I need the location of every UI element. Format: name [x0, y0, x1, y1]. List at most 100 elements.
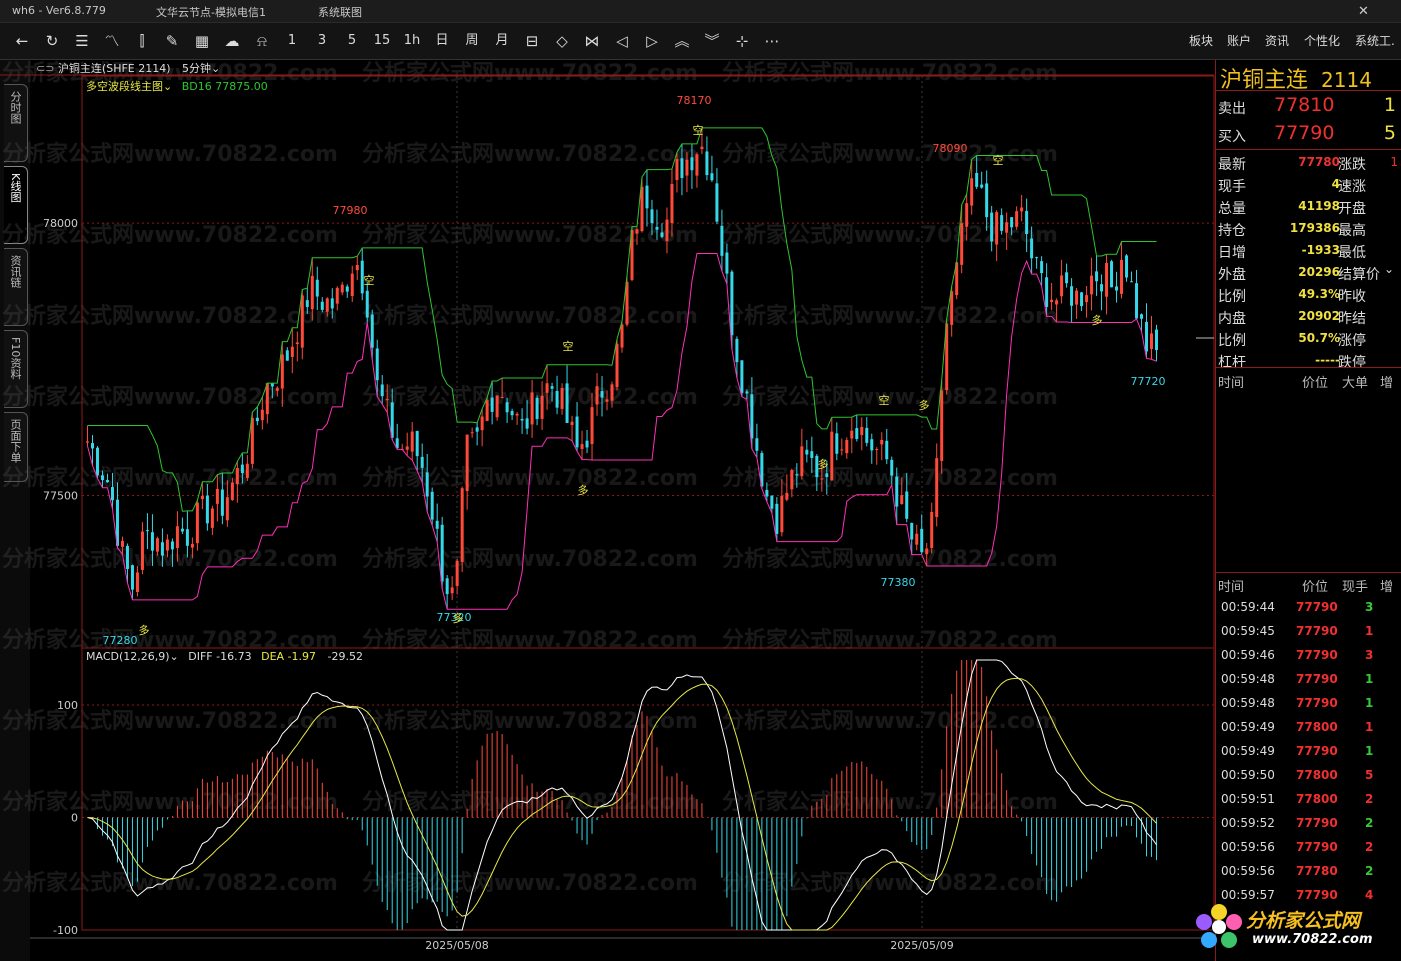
tick-time: 00:59:50 — [1221, 768, 1275, 782]
candle-body — [265, 383, 269, 415]
candle-body — [1125, 255, 1129, 278]
period-3-button[interactable]: 3 — [310, 29, 334, 53]
candle-body — [930, 512, 934, 549]
candle-body — [1080, 292, 1084, 307]
period-month-button[interactable]: 月 — [490, 29, 514, 53]
quote-row: 比例 49.3% 昨收 — [1218, 284, 1400, 306]
chevron-down-icon[interactable]: ⌄ — [211, 62, 220, 75]
candle-body — [715, 183, 719, 222]
indicator-header[interactable]: 多空波段线主图⌄ BD16 77875.00 — [86, 78, 268, 94]
bid-row[interactable]: 买入 77790 5 — [1218, 122, 1400, 148]
candle-body — [1120, 259, 1124, 294]
ask-row[interactable]: 卖出 77810 1 — [1218, 94, 1400, 120]
grid-icon[interactable]: ▦ — [190, 29, 214, 53]
candle-body — [575, 416, 579, 448]
candle-body — [270, 383, 274, 387]
more-icon[interactable]: ⋯ — [760, 29, 784, 53]
arrow-left-icon[interactable]: ◁ — [610, 29, 634, 53]
candle-body — [765, 489, 769, 497]
period-1-button[interactable]: 1 — [280, 29, 304, 53]
tick-row: 00:59:48 77790 1 — [1218, 692, 1400, 716]
toolbar-account[interactable]: 账户 — [1227, 32, 1251, 49]
tick-price: 77800 — [1296, 720, 1338, 734]
tick-header-time: 时间 — [1218, 580, 1245, 595]
candle-body — [245, 463, 249, 479]
candle-body — [385, 399, 389, 401]
collapse-h-icon[interactable]: ⋈ — [580, 29, 604, 53]
zoom-out-icon[interactable]: ︾ — [700, 29, 724, 53]
tick-price: 77800 — [1296, 768, 1338, 782]
big-order-header-price: 价位 — [1302, 376, 1329, 391]
band-lines — [87, 127, 1214, 610]
arrow-right-icon[interactable]: ▷ — [640, 29, 664, 53]
candle-body — [120, 540, 124, 547]
period-select[interactable]: 5分钟 — [182, 62, 211, 75]
period-15-button[interactable]: 15 — [370, 29, 394, 53]
tick-volume: 1 — [1365, 672, 1374, 686]
draw-icon[interactable]: ✎ — [160, 29, 184, 53]
candle-body — [595, 386, 599, 405]
list-icon[interactable]: ☰ — [70, 29, 94, 53]
quote-row-value: 77780 — [1298, 155, 1340, 169]
macd-name[interactable]: MACD(12,26,9) — [86, 650, 170, 663]
candle-body — [155, 538, 159, 552]
zoom-in-icon[interactable]: ︽ — [670, 29, 694, 53]
period-5-button[interactable]: 5 — [340, 29, 364, 53]
bell-icon[interactable]: ⍾ — [250, 29, 274, 53]
custom-period-icon[interactable]: ⊟ — [520, 29, 544, 53]
layout-name[interactable]: 系统联图 — [318, 4, 362, 20]
kline-chart[interactable]: 77500 78000 2025/05/08 2025/05/09 77980 7817… — [0, 60, 1215, 961]
candle-body — [185, 529, 189, 546]
signal-label: 空 — [993, 153, 1004, 167]
chevron-down-icon[interactable]: ⌄ — [163, 80, 172, 93]
tick-row: 00:59:56 77780 2 — [1218, 860, 1400, 884]
tick-volume: 2 — [1365, 864, 1374, 878]
tick-time: 00:59:45 — [1221, 624, 1275, 638]
symbol-header[interactable]: ⊂⊃ 沪铜主连(SHFE 2114) 5分钟⌄ — [36, 60, 220, 76]
candle-body — [940, 390, 944, 461]
tick-header-size: 现手 — [1342, 580, 1369, 595]
quote-row-label2: 开盘 — [1338, 201, 1366, 217]
toolbar-personalize[interactable]: 个性化 — [1304, 32, 1340, 49]
candle-body — [430, 491, 434, 520]
macd-tick-label: 100 — [57, 699, 78, 712]
macd-header[interactable]: MACD(12,26,9)⌄ DIFF -16.73 DEA -1.97 -29… — [86, 650, 363, 663]
signal-label: 空 — [879, 393, 890, 407]
ask-price[interactable]: 77810 — [1274, 94, 1334, 116]
close-icon[interactable]: ✕ — [1358, 4, 1369, 19]
server-node[interactable]: 文华云节点-模拟电信1 — [156, 4, 266, 20]
cloud-icon[interactable]: ☁ — [220, 29, 244, 53]
toolbar-sector[interactable]: 板块 — [1189, 32, 1213, 49]
candle-body — [855, 428, 859, 439]
back-icon[interactable]: ← — [10, 29, 34, 53]
toolbar-news[interactable]: 资讯 — [1265, 32, 1289, 49]
candle-body — [960, 223, 964, 265]
chevron-down-icon[interactable]: ⌄ — [1384, 262, 1394, 276]
tick-volume: 3 — [1365, 648, 1374, 662]
period-1h-button[interactable]: 1h — [400, 29, 424, 53]
indicator-name[interactable]: 多空波段线主图 — [86, 80, 163, 93]
candle-body — [755, 438, 759, 451]
quote-row-value: -1933 — [1301, 243, 1340, 257]
tick-price: 77790 — [1296, 696, 1338, 710]
flower-logo-icon — [1196, 904, 1242, 948]
line-chart-icon[interactable]: 〽 — [100, 29, 124, 53]
candle-body — [705, 151, 709, 176]
candle-body — [1145, 321, 1149, 352]
tick-price: 77800 — [1296, 792, 1338, 806]
candle-body — [280, 354, 284, 389]
quote-row-value: ----- — [1315, 353, 1340, 367]
expand-h-icon[interactable]: ◇ — [550, 29, 574, 53]
period-week-button[interactable]: 周 — [460, 29, 484, 53]
period-day-button[interactable]: 日 — [430, 29, 454, 53]
toolbar-system[interactable]: 系统工. — [1355, 32, 1395, 49]
candle-icon[interactable]: ⫿ — [130, 29, 154, 53]
refresh-icon[interactable]: ↻ — [40, 29, 64, 53]
candle-body — [845, 440, 849, 454]
crosshair-icon[interactable]: ⊹ — [730, 29, 754, 53]
chevron-down-icon[interactable]: ⌄ — [170, 650, 179, 663]
signal-label: 多 — [139, 623, 150, 637]
candle-body — [1030, 238, 1034, 259]
candle-body — [740, 360, 744, 393]
bid-price[interactable]: 77790 — [1274, 122, 1334, 144]
